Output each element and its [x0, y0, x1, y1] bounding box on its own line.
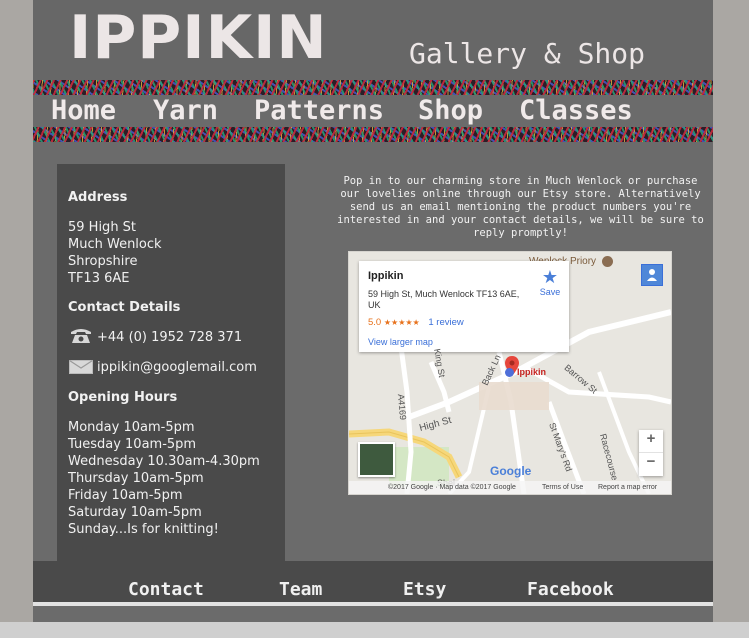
shop-icon [505, 368, 514, 378]
satellite-toggle[interactable] [358, 442, 395, 477]
google-logo[interactable]: Google [490, 464, 531, 478]
hours-line: Friday 10am-5pm [68, 488, 183, 503]
intro-text: Pop in to our charming store in Much Wen… [337, 175, 704, 239]
map-attribution: ©2017 Google · Map data ©2017 Google [388, 484, 516, 491]
page-container: IPPIKIN Gallery & Shop Home Yarn Pattern… [33, 0, 713, 638]
nav-classes[interactable]: Classes [519, 95, 633, 127]
hours-line: Wednesday 10.30am-4.30pm [68, 454, 260, 469]
site-logo[interactable]: IPPIKIN [69, 2, 328, 74]
rating-stars: ★★★★★ [383, 318, 420, 327]
contact-heading: Contact Details [68, 300, 181, 315]
hours-line: Monday 10am-5pm [68, 420, 195, 435]
phone-number[interactable]: +44 (0) 1952 728 371 [97, 329, 242, 346]
nav-yarn[interactable]: Yarn [153, 95, 218, 127]
terms-link[interactable]: Terms of Use [542, 481, 583, 494]
mail-icon [69, 360, 93, 374]
address-line: Shropshire [68, 254, 138, 269]
address-line: TF13 6AE [68, 271, 130, 286]
star-icon: ★ [541, 267, 559, 287]
site-header: IPPIKIN Gallery & Shop [33, 0, 713, 80]
place-info-card: Ippikin 59 High St, Much Wenlock TF13 6A… [359, 261, 569, 352]
report-error-link[interactable]: Report a map error [598, 481, 657, 494]
view-larger-map-link[interactable]: View larger map [368, 337, 433, 347]
review-count-link[interactable]: 1 review [428, 317, 463, 328]
nav-patterns[interactable]: Patterns [254, 95, 384, 127]
pegman-button[interactable] [641, 264, 663, 286]
footer-etsy[interactable]: Etsy [403, 579, 446, 600]
nav-home[interactable]: Home [51, 95, 116, 127]
nav-shop[interactable]: Shop [418, 95, 483, 127]
hours-line: Saturday 10am-5pm [68, 505, 202, 520]
hours-line: Thursday 10am-5pm [68, 471, 204, 486]
map-footer: ©2017 Google · Map data ©2017 Google Ter… [349, 481, 671, 494]
address-heading: Address [68, 190, 128, 205]
browser-bottom-strip [0, 622, 749, 638]
place-rating: 5.0 ★★★★★ 1 review [368, 317, 464, 328]
site-tagline: Gallery & Shop [409, 37, 646, 70]
contact-sidebar: Address 59 High St Much Wenlock Shropshi… [57, 164, 285, 562]
hours-line: Tuesday 10am-5pm [68, 437, 197, 452]
zoom-controls: + − [639, 430, 663, 476]
footer-team[interactable]: Team [279, 579, 322, 600]
marker-label: Ippikin [505, 367, 546, 378]
main-nav: Home Yarn Patterns Shop Classes [33, 95, 713, 127]
priory-icon [601, 256, 613, 267]
road-label: A4169 [395, 393, 409, 421]
marker-label-text: Ippikin [517, 367, 546, 377]
zoom-in-button[interactable]: + [639, 430, 663, 453]
place-address: 59 High St, Much Wenlock TF13 6AE, UK [368, 289, 520, 310]
save-label: Save [539, 287, 561, 297]
footer-contact[interactable]: Contact [128, 579, 204, 600]
zoom-out-button[interactable]: − [639, 453, 663, 475]
hours-line: Sunday...Is for knitting! [68, 522, 219, 537]
address-line: 59 High St [68, 220, 137, 235]
address-line: Much Wenlock [68, 237, 162, 252]
hours-heading: Opening Hours [68, 390, 178, 405]
rating-value: 5.0 [368, 317, 382, 328]
place-name: Ippikin [368, 270, 404, 282]
save-place-button[interactable]: ★ Save [537, 267, 563, 297]
phone-icon [71, 329, 91, 343]
pegman-icon [647, 269, 657, 281]
email-link[interactable]: ippikin@googlemail.com [97, 359, 257, 376]
site-footer: Contact Team Etsy Facebook [33, 561, 713, 602]
google-map[interactable]: Wenlock Priory Ippikin 59 High St, Much … [348, 251, 672, 495]
footer-divider [33, 602, 713, 606]
footer-facebook[interactable]: Facebook [527, 579, 614, 600]
